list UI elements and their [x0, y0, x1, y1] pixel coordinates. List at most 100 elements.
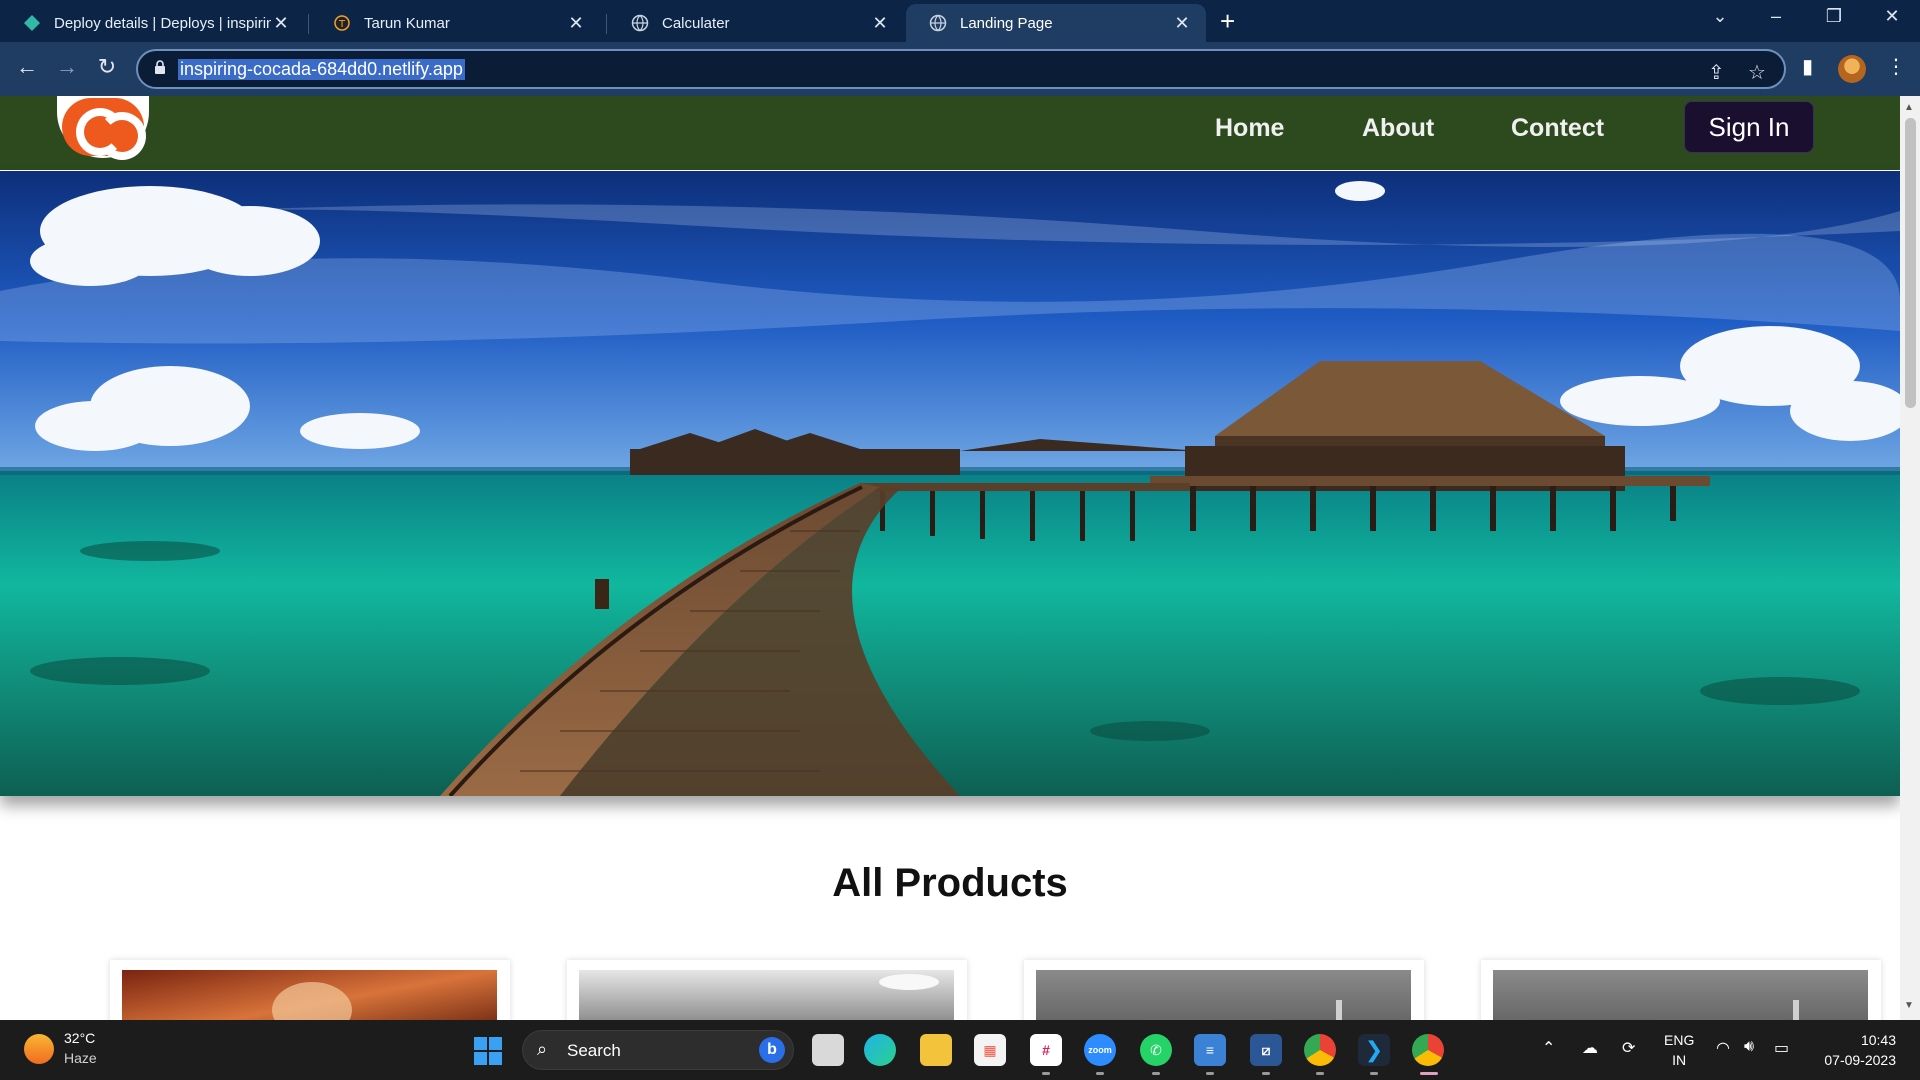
- running-indicator: [1262, 1072, 1270, 1075]
- product-image: [1493, 970, 1868, 1020]
- forward-icon[interactable]: →: [52, 54, 82, 80]
- zoom-icon[interactable]: zoom: [1084, 1034, 1116, 1066]
- hero-seascape-image: [0, 171, 1900, 796]
- weather-temperature[interactable]: 32°C: [64, 1030, 95, 1046]
- store-icon[interactable]: ▦: [974, 1034, 1006, 1066]
- running-indicator: [1316, 1072, 1324, 1075]
- browser-toolbar: ← → ↻ inspiring-cocada-684dd0.netlify.ap…: [0, 42, 1920, 96]
- windows-start-icon[interactable]: [474, 1037, 502, 1065]
- address-bar[interactable]: inspiring-cocada-684dd0.netlify.app ⇪ ☆: [136, 49, 1786, 89]
- clock-time: 10:43: [1860, 1032, 1896, 1048]
- page-scrollbar[interactable]: ▲ ▼: [1900, 96, 1920, 1020]
- edge-icon[interactable]: [864, 1034, 896, 1066]
- onedrive-icon[interactable]: ☁: [1582, 1038, 1598, 1058]
- task-view-icon[interactable]: [812, 1034, 844, 1066]
- running-indicator: [1370, 1072, 1378, 1075]
- tab-search-icon[interactable]: ⌄: [1700, 6, 1740, 27]
- window-close-icon[interactable]: ✕: [1872, 6, 1912, 27]
- vscode-icon[interactable]: ❯: [1358, 1034, 1390, 1066]
- new-tab-button[interactable]: +: [1220, 8, 1235, 34]
- nav-about-link[interactable]: About: [1362, 114, 1434, 143]
- running-indicator: [1206, 1072, 1214, 1075]
- tab-divider: [606, 14, 607, 34]
- windows-taskbar: 32°C Haze ⌕ Search b ▦ # zoom ✆ ≡ ⧄ ❯ ⌃ …: [0, 1020, 1920, 1080]
- product-image: [579, 970, 954, 1020]
- tab-title: Deploy details | Deploys | inspirin: [54, 14, 271, 32]
- battery-icon[interactable]: ▭: [1774, 1038, 1789, 1058]
- whatsapp-icon[interactable]: ✆: [1140, 1034, 1172, 1066]
- hero-image: [0, 171, 1900, 796]
- search-label: Search: [567, 1041, 621, 1060]
- back-icon[interactable]: ←: [12, 54, 42, 80]
- tab-title: Landing Page: [960, 14, 1053, 32]
- bing-icon[interactable]: b: [759, 1037, 785, 1063]
- svg-text:T: T: [338, 19, 346, 30]
- menu-kebab-icon[interactable]: ⋮: [1886, 54, 1906, 79]
- bookmark-star-icon[interactable]: ☆: [1748, 60, 1766, 85]
- restore-icon[interactable]: ❐: [1814, 6, 1854, 27]
- url-text[interactable]: inspiring-cocada-684dd0.netlify.app: [178, 59, 465, 80]
- running-indicator: [1042, 1072, 1050, 1075]
- sync-icon[interactable]: ⟳: [1622, 1038, 1635, 1058]
- product-image: [1036, 970, 1411, 1020]
- product-image: [122, 970, 497, 1020]
- language-code: ENG: [1664, 1032, 1695, 1048]
- section-title: All Products: [832, 861, 1068, 905]
- browser-tab-strip: Deploy details | Deploys | inspirin ✕ T …: [0, 0, 1920, 42]
- close-icon[interactable]: ✕: [566, 13, 586, 34]
- running-indicator: [1152, 1072, 1160, 1075]
- scroll-up-icon[interactable]: ▲: [1904, 102, 1914, 113]
- nav-contact-link[interactable]: Contect: [1511, 114, 1604, 143]
- chrome-profile-icon[interactable]: [1412, 1034, 1444, 1066]
- chrome-icon[interactable]: [1304, 1034, 1336, 1066]
- profile-avatar[interactable]: [1838, 55, 1866, 83]
- product-card[interactable]: [567, 960, 967, 1020]
- reload-icon[interactable]: ↻: [92, 54, 122, 80]
- weather-haze-icon[interactable]: [24, 1034, 54, 1064]
- language-indicator[interactable]: ENG IN: [1664, 1030, 1694, 1070]
- scroll-down-icon[interactable]: ▼: [1904, 1000, 1914, 1011]
- search-icon: ⌕: [537, 1039, 548, 1059]
- close-icon[interactable]: ✕: [1172, 13, 1192, 34]
- share-icon[interactable]: ⇪: [1708, 60, 1725, 85]
- tab-deploy-details[interactable]: Deploy details | Deploys | inspirin ✕: [0, 4, 305, 42]
- clock-date: 07-09-2023: [1824, 1052, 1896, 1068]
- minimize-icon[interactable]: –: [1756, 6, 1796, 27]
- close-icon[interactable]: ✕: [271, 13, 291, 34]
- wifi-icon[interactable]: ◠: [1716, 1038, 1730, 1058]
- tab-tarun-kumar[interactable]: T Tarun Kumar ✕: [310, 4, 600, 42]
- page-viewport: Home About Contect Sign In All Products: [0, 96, 1900, 1020]
- tab-divider: [308, 14, 309, 34]
- side-panel-icon[interactable]: ▮: [1802, 54, 1813, 79]
- notepad-icon[interactable]: ≡: [1194, 1034, 1226, 1066]
- taskbar-search-box[interactable]: ⌕ Search b: [522, 1030, 794, 1070]
- system-clock[interactable]: 10:43 07-09-2023: [1810, 1030, 1896, 1070]
- globe-icon: [630, 13, 650, 33]
- weather-description[interactable]: Haze: [64, 1050, 97, 1066]
- tab-calculater[interactable]: Calculater ✕: [608, 4, 904, 42]
- globe-icon: [928, 13, 948, 33]
- remote-desktop-icon[interactable]: ⧄: [1250, 1034, 1282, 1066]
- product-card[interactable]: [110, 960, 510, 1020]
- netlify-icon: [22, 13, 42, 33]
- tray-overflow-icon[interactable]: ⌃: [1542, 1038, 1555, 1058]
- sign-in-button[interactable]: Sign In: [1684, 101, 1814, 153]
- logo-mark-icon: [62, 98, 146, 160]
- scrollbar-thumb[interactable]: [1905, 118, 1916, 408]
- nav-home-link[interactable]: Home: [1215, 114, 1284, 143]
- language-region: IN: [1672, 1052, 1687, 1068]
- close-icon[interactable]: ✕: [870, 13, 890, 34]
- volume-icon[interactable]: 🔊︎: [1744, 1038, 1754, 1056]
- site-navbar: Home About Contect Sign In: [0, 96, 1900, 170]
- product-card[interactable]: [1024, 960, 1424, 1020]
- site-logo[interactable]: [57, 96, 149, 160]
- lock-icon[interactable]: [154, 60, 166, 74]
- tab-title: Calculater: [662, 14, 730, 32]
- product-card[interactable]: [1481, 960, 1881, 1020]
- tab-landing-page[interactable]: Landing Page ✕: [906, 4, 1206, 42]
- running-indicator: [1096, 1072, 1104, 1075]
- slack-icon[interactable]: #: [1030, 1034, 1062, 1066]
- file-explorer-icon[interactable]: [920, 1034, 952, 1066]
- active-indicator: [1420, 1072, 1438, 1075]
- tab-title: Tarun Kumar: [364, 14, 450, 32]
